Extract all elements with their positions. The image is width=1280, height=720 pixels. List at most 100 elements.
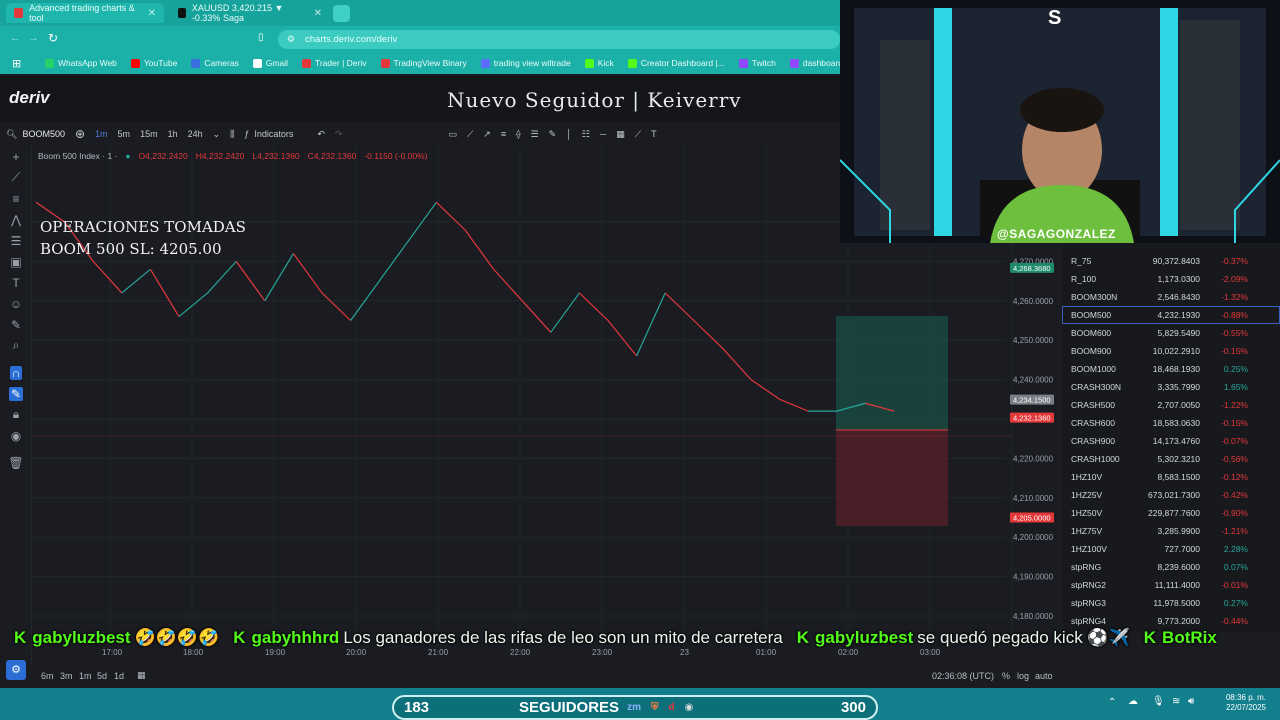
watchlist-row[interactable]: R_100 1,173.0300 -2.09% (1062, 270, 1280, 288)
bookmark-trader-deriv[interactable]: Trader | Deriv (295, 58, 374, 68)
watchlist-row[interactable]: BOOM500 4,232.1930 -0.88% (1062, 306, 1280, 324)
undo-icon[interactable]: ↶ (312, 129, 330, 140)
trendline-icon[interactable]: ⟋ (0, 167, 32, 188)
parallel-lines-icon[interactable]: ≡ (0, 188, 32, 209)
line-tool-icon[interactable]: ⟋ (462, 129, 478, 140)
forward-icon[interactable]: → (28, 32, 39, 44)
volume-icon[interactable]: 🔊︎ (1188, 696, 1194, 707)
range-5d[interactable]: 5d (97, 671, 107, 681)
fib-tool-icon[interactable]: ☰ (526, 129, 544, 140)
watchlist-row[interactable]: CRASH500 2,707.0050 -1.22% (1062, 396, 1280, 414)
emoji-icon[interactable]: ☺ (0, 293, 32, 314)
wifi-icon[interactable]: ≋ (1172, 696, 1180, 707)
interval-15m[interactable]: 15m (135, 129, 163, 139)
new-tab-button[interactable] (333, 5, 350, 22)
lock-icon[interactable]: 🔒︎ (0, 404, 32, 425)
fib-retracement-icon[interactable]: ☰ (0, 230, 32, 251)
watchlist-row[interactable]: stpRNG3 11,978.5000 0.27% (1062, 594, 1280, 612)
watchlist-row[interactable]: 1HZ100V 727.7000 2.28% (1062, 540, 1280, 558)
trash-icon[interactable]: 🗑︎ (0, 452, 32, 473)
chevron-down-icon[interactable]: ⌄ (208, 129, 226, 140)
bookmark-whatsapp[interactable]: WhatsApp Web (38, 58, 124, 68)
calendar-icon[interactable]: ▦ (137, 670, 146, 681)
shapes-icon[interactable]: ▣ (0, 251, 32, 272)
add-symbol-icon[interactable]: ⊕ (70, 127, 90, 141)
bookmark-gmail[interactable]: Gmail (246, 58, 295, 68)
indicators-icon[interactable]: ƒ (239, 129, 254, 139)
grid-icon[interactable]: ▦ (611, 129, 630, 140)
candle-type-icon[interactable]: ⫼ (225, 129, 239, 140)
symbol-selector[interactable]: BOOM500 (22, 129, 70, 139)
mic-icon[interactable]: 🎙︎ (1152, 696, 1165, 707)
chart-settings-icon[interactable]: ⚙ (6, 660, 26, 680)
text-icon[interactable]: T (0, 272, 32, 293)
log-toggle[interactable]: log (1017, 671, 1029, 681)
interval-5m[interactable]: 5m (113, 129, 136, 139)
watchlist-row[interactable]: CRASH900 14,173.4760 -0.07% (1062, 432, 1280, 450)
search-icon[interactable]: 🔍︎ (0, 129, 22, 140)
bookmark-kick[interactable]: Kick (578, 58, 621, 68)
trend-tool-icon[interactable]: ↗ (478, 129, 496, 140)
ruler-icon[interactable]: ✎ (0, 314, 32, 335)
bookmark-creator-dashboard[interactable]: Creator Dashboard |... (621, 58, 732, 68)
bookmark-twitch[interactable]: Twitch (732, 58, 783, 68)
watchlist-row[interactable]: BOOM900 10,022.2910 -0.15% (1062, 342, 1280, 360)
watchlist-row[interactable]: 1HZ25V 673,021.7300 -0.42% (1062, 486, 1280, 504)
watchlist-row[interactable]: BOOM1000 18,468.1930 0.25% (1062, 360, 1280, 378)
auto-toggle[interactable]: auto (1035, 671, 1053, 681)
close-tab-icon[interactable]: ✕ (314, 8, 322, 19)
watchlist-row[interactable]: CRASH600 18,583.0630 -0.15% (1062, 414, 1280, 432)
site-info-icon[interactable]: ⚙ (287, 34, 295, 45)
rectangle-tool-icon[interactable]: ▭ (443, 129, 462, 140)
vertical-line-icon[interactable]: │ (561, 129, 577, 139)
range-6m[interactable]: 6m (41, 671, 54, 681)
range-1m[interactable]: 1m (79, 671, 92, 681)
text-tool-icon[interactable]: T (646, 129, 662, 139)
fib-fan-icon[interactable]: ☷ (577, 129, 595, 140)
bookmark-cameras[interactable]: Cameras (184, 58, 245, 68)
range-1d[interactable]: 1d (114, 671, 124, 681)
pitchfork-tool-icon[interactable]: ⟠ (511, 129, 525, 140)
interval-1h[interactable]: 1h (163, 129, 183, 139)
brush-tool-icon[interactable]: ✎ (544, 129, 562, 140)
pitchfork-icon[interactable]: ⋀ (0, 209, 32, 230)
zoom-icon[interactable]: ⌕ (0, 335, 32, 356)
system-clock[interactable]: 08:36 p. m. 22/07/2025 (1226, 693, 1266, 713)
watchlist-row[interactable]: BOOM600 5,829.5490 -0.55% (1062, 324, 1280, 342)
ray-tool-icon[interactable]: ⟋ (630, 129, 646, 140)
magnet-icon[interactable]: ∩ (0, 362, 32, 383)
watchlist-row[interactable]: 1HZ50V 229,877.7600 -0.90% (1062, 504, 1280, 522)
interval-24h[interactable]: 24h (183, 129, 208, 139)
lock-drawing-icon[interactable]: ✎ (0, 383, 32, 404)
indicators-button[interactable]: Indicators (254, 129, 298, 139)
watchlist-row[interactable]: CRASH300N 3,335.7990 1.65% (1062, 378, 1280, 396)
watchlist-row[interactable]: 1HZ75V 3,285.9900 -1.21% (1062, 522, 1280, 540)
watchlist-row[interactable]: stpRNG2 11,111.4000 -0.01% (1062, 576, 1280, 594)
watchlist-row[interactable]: stpRNG 8,239.6000 0.07% (1062, 558, 1280, 576)
watchlist-row[interactable]: CRASH1000 5,302.3210 -0.56% (1062, 450, 1280, 468)
back-icon[interactable]: ← (10, 32, 21, 44)
tray-chevron-icon[interactable]: ⌃ (1108, 697, 1116, 708)
watchlist-row[interactable]: BOOM300N 2,546.8430 -1.32% (1062, 288, 1280, 306)
close-tab-icon[interactable]: ✕ (148, 8, 156, 19)
tab-deriv[interactable]: Advanced trading charts & tool ✕ (6, 3, 164, 23)
url-field[interactable]: ⚙ charts.deriv.com/deriv (278, 30, 840, 49)
reload-icon[interactable]: ↻ (48, 31, 58, 45)
crosshair-icon[interactable]: + (0, 146, 32, 167)
horizontal-line-icon[interactable]: ─ (595, 129, 611, 139)
apps-grid-icon[interactable]: ⊞ (12, 57, 21, 70)
bookmark-star-icon[interactable]: ▯ (258, 32, 264, 43)
deriv-logo[interactable]: deriv (9, 88, 50, 108)
eye-icon[interactable]: ◉ (0, 425, 32, 446)
bookmark-youtube[interactable]: YouTube (124, 58, 184, 68)
watchlist-row[interactable]: 1HZ10V 8,583.1500 -0.12% (1062, 468, 1280, 486)
channel-tool-icon[interactable]: ≡ (496, 129, 511, 139)
percent-toggle[interactable]: % (1002, 671, 1010, 681)
watchlist-row[interactable]: R_75 90,372.8403 -0.37% (1062, 252, 1280, 270)
bookmark-tradingview-binary[interactable]: TradingView Binary (374, 58, 474, 68)
bookmark-tradingview-wiltrade[interactable]: trading view wiltrade (474, 58, 578, 68)
redo-icon[interactable]: ↷ (330, 129, 348, 140)
range-3m[interactable]: 3m (60, 671, 73, 681)
interval-1m[interactable]: 1m (90, 129, 113, 139)
cloud-icon[interactable]: ☁ (1128, 696, 1138, 707)
